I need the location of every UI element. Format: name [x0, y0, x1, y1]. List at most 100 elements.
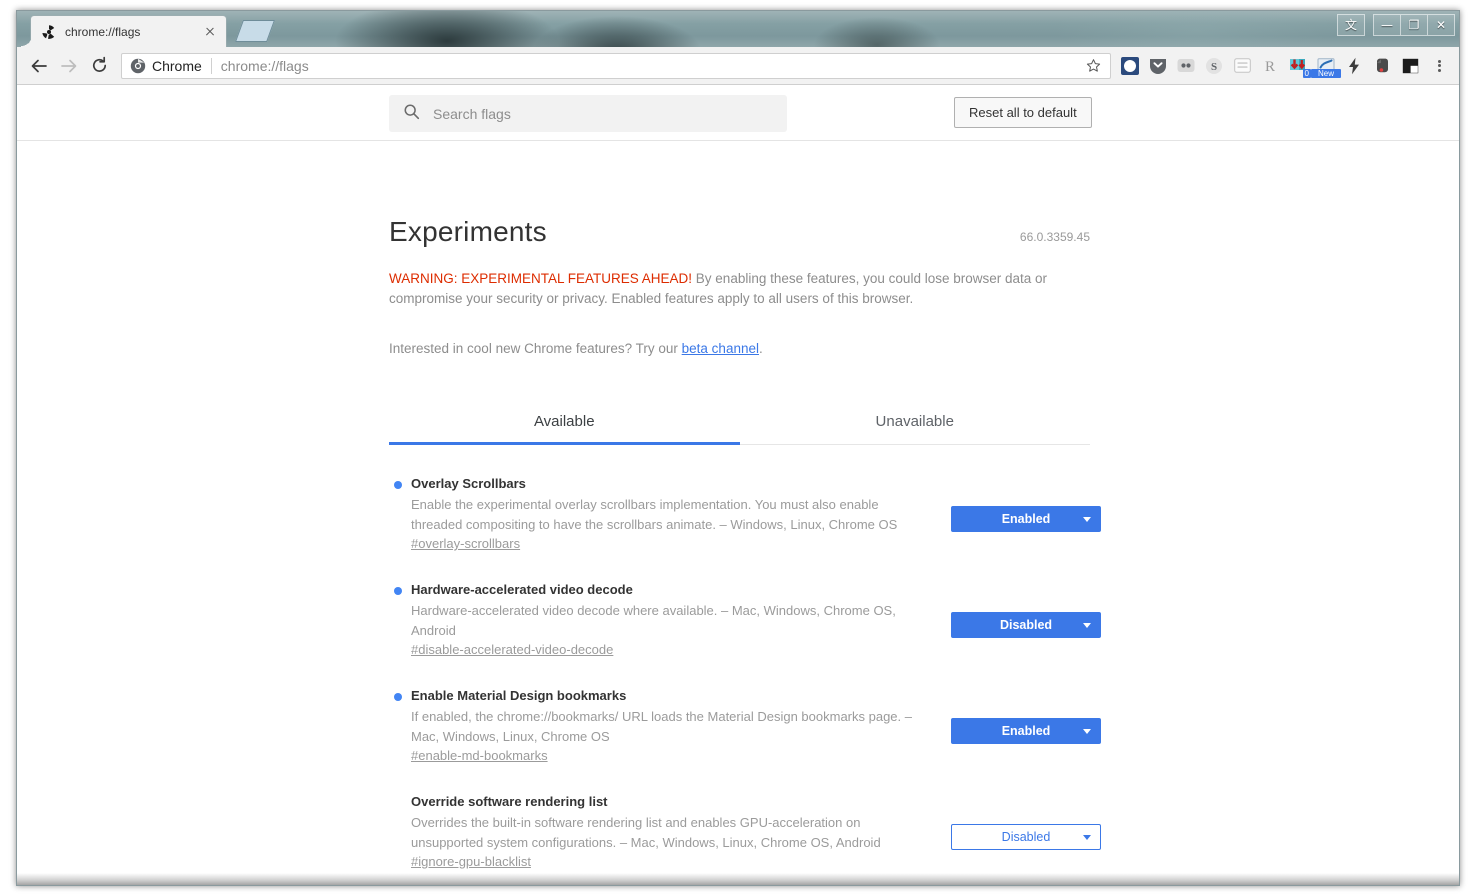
tab-unavailable[interactable]: Unavailable — [740, 403, 1091, 444]
flag-modified-dot-icon — [394, 693, 402, 701]
version-label: 66.0.3359.45 — [1019, 230, 1090, 244]
close-icon[interactable] — [202, 24, 218, 40]
ghostery-icon[interactable] — [1117, 53, 1143, 79]
pocket-icon[interactable] — [1145, 53, 1171, 79]
flags-content: Experiments 66.0.3359.45 WARNING: EXPERI… — [389, 140, 1101, 885]
address-bar[interactable]: Chrome chrome://flags — [121, 52, 1111, 79]
flags-list: Overlay Scrollbars Enable the experiment… — [389, 475, 1101, 885]
radioactive-icon — [41, 24, 57, 40]
flag-id-link[interactable]: #disable-accelerated-video-decode — [411, 642, 613, 657]
beta-prefix-text: Interested in cool new Chrome features? … — [389, 341, 682, 356]
flag-info: Enable Material Design bookmarks If enab… — [389, 687, 929, 765]
download-count-badge: 0 — [1302, 68, 1311, 78]
svg-text:R: R — [1265, 59, 1275, 75]
forward-button[interactable] — [55, 52, 83, 80]
chevron-down-icon — [1083, 729, 1091, 734]
flag-state-select[interactable]: Disabled — [951, 824, 1101, 850]
flag-modified-dot-icon — [394, 587, 402, 595]
flag-row: Override software rendering list Overrid… — [389, 793, 1101, 871]
browser-window: chrome://flags 文 — ❐ ✕ Chrome chrome://f… — [16, 10, 1460, 886]
picture-in-picture-icon[interactable] — [1397, 53, 1423, 79]
restore-button[interactable]: ❐ — [1400, 14, 1427, 36]
close-window-button[interactable]: ✕ — [1427, 14, 1455, 36]
flag-state-select[interactable]: Disabled — [951, 612, 1101, 638]
search-flags-box[interactable] — [389, 95, 787, 132]
window-caption-buttons: 文 — ❐ ✕ — [1337, 14, 1455, 36]
beta-paragraph: Interested in cool new Chrome features? … — [389, 339, 1090, 359]
tab-strip: chrome://flags 文 — ❐ ✕ — [17, 11, 1459, 47]
reload-button[interactable] — [85, 52, 113, 80]
readability-icon[interactable]: R — [1257, 53, 1283, 79]
search-input[interactable] — [431, 104, 773, 123]
flag-info: Override software rendering list Overrid… — [389, 793, 929, 871]
forward-arrow-icon — [61, 59, 77, 72]
skype-icon[interactable]: S — [1201, 53, 1227, 79]
flag-id-link[interactable]: #ignore-gpu-blacklist — [411, 854, 531, 869]
extension-icons: S R 0 New — [1117, 53, 1451, 79]
flag-select-wrap: Disabled — [951, 581, 1101, 638]
lightning-icon[interactable] — [1341, 53, 1367, 79]
flag-description: Enable the experimental overlay scrollba… — [411, 497, 898, 532]
tab-available[interactable]: Available — [389, 403, 740, 444]
evernote-icon[interactable] — [1369, 53, 1395, 79]
omnibox-separator — [210, 57, 212, 74]
omnibox-scheme-label: Chrome — [152, 57, 202, 74]
tab-title: chrome://flags — [65, 24, 141, 39]
flag-state-select[interactable]: Enabled — [951, 506, 1101, 532]
chevron-down-icon — [1083, 517, 1091, 522]
screenshot-new-badge: New — [1311, 68, 1341, 78]
warning-strong-text: WARNING: EXPERIMENTAL FEATURES AHEAD! — [389, 271, 693, 286]
lastpass-icon[interactable] — [1173, 53, 1199, 79]
flag-row: Hardware-accelerated video decode Hardwa… — [389, 581, 1101, 659]
flag-info: Overlay Scrollbars Enable the experiment… — [389, 475, 929, 553]
flag-name: Hardware-accelerated video decode — [411, 582, 633, 597]
flag-description: If enabled, the chrome://bookmarks/ URL … — [411, 709, 912, 744]
reload-icon — [92, 56, 106, 72]
flag-select-wrap: Disabled — [951, 793, 1101, 850]
browser-tab[interactable]: chrome://flags — [21, 16, 226, 47]
flag-row: Overlay Scrollbars Enable the experiment… — [389, 475, 1101, 553]
flag-id-link[interactable]: #overlay-scrollbars — [411, 536, 520, 551]
warning-paragraph: WARNING: EXPERIMENTAL FEATURES AHEAD! By… — [389, 269, 1049, 309]
flag-state-select[interactable]: Enabled — [951, 718, 1101, 744]
flag-state-value: Enabled — [1001, 512, 1051, 526]
flag-id-link[interactable]: #enable-md-bookmarks — [411, 748, 548, 763]
svg-text:S: S — [1211, 61, 1217, 73]
flag-row: Enable Material Design bookmarks If enab… — [389, 687, 1101, 765]
flag-description: Overrides the built-in software renderin… — [411, 815, 881, 850]
flag-state-value: Disabled — [1001, 830, 1051, 844]
tab-active-underline — [389, 442, 740, 445]
flags-toolbar: Reset all to default — [17, 85, 1459, 141]
chevron-down-icon — [1083, 623, 1091, 628]
back-arrow-icon — [31, 59, 47, 72]
bookmark-star-icon[interactable] — [1082, 55, 1104, 77]
flag-state-value: Enabled — [1001, 724, 1051, 738]
page-viewport: Reset all to default Experiments 66.0.33… — [17, 85, 1459, 885]
search-icon — [403, 103, 420, 125]
flag-name: Enable Material Design bookmarks — [411, 688, 627, 703]
reset-all-to-default-button[interactable]: Reset all to default — [954, 97, 1092, 128]
downloader-icon[interactable]: 0 — [1285, 53, 1311, 79]
chrome-logo-icon — [130, 58, 146, 74]
omnibox-url-text[interactable]: chrome://flags — [221, 58, 1082, 74]
new-tab-button[interactable] — [234, 20, 276, 42]
notes-icon[interactable] — [1229, 53, 1255, 79]
title-row: Experiments 66.0.3359.45 — [389, 140, 1090, 248]
flag-state-value: Disabled — [999, 618, 1053, 632]
browser-toolbar: Chrome chrome://flags S R 0 New — [17, 47, 1459, 85]
flag-name: Override software rendering list — [411, 794, 608, 809]
flag-select-wrap: Enabled — [951, 687, 1101, 744]
minimize-button[interactable]: — — [1373, 14, 1400, 36]
beta-channel-link[interactable]: beta channel — [682, 341, 759, 356]
back-button[interactable] — [25, 52, 53, 80]
flag-name: Overlay Scrollbars — [411, 476, 526, 491]
three-dots-menu-icon[interactable] — [1427, 53, 1451, 79]
page-title: Experiments — [389, 216, 547, 247]
flag-description: Hardware-accelerated video decode where … — [411, 603, 896, 638]
screenshot-icon[interactable]: New — [1311, 53, 1341, 79]
beta-suffix-text: . — [758, 341, 763, 356]
flag-info: Hardware-accelerated video decode Hardwa… — [389, 581, 929, 659]
ime-language-button[interactable]: 文 — [1337, 14, 1365, 36]
chevron-down-icon — [1083, 835, 1091, 840]
flags-tabs: Available Unavailable — [389, 403, 1090, 445]
